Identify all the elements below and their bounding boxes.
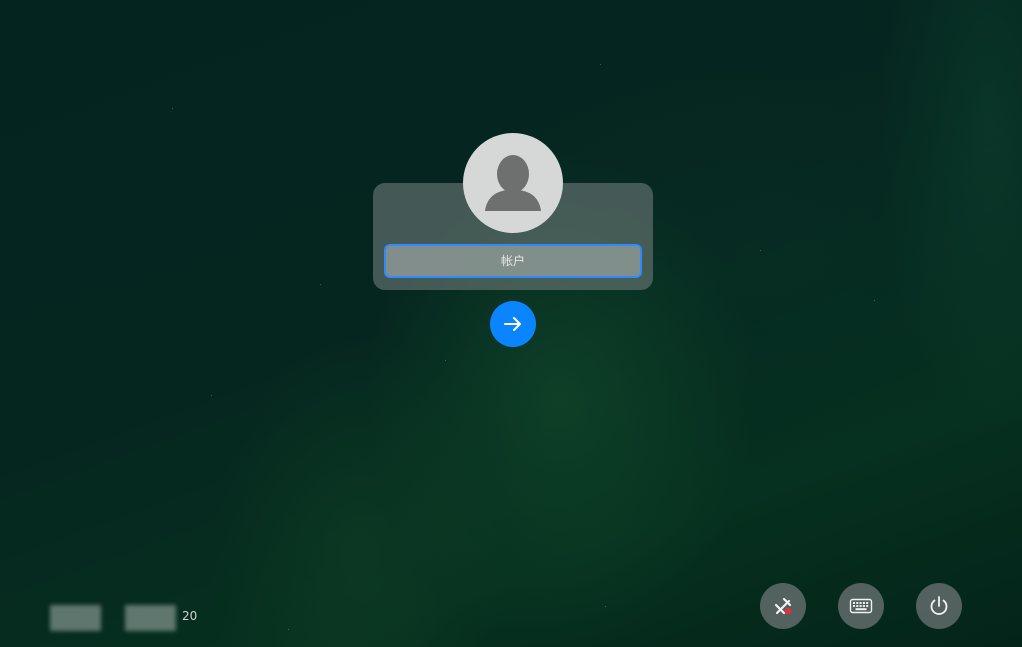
clock-time-blurred [50,605,101,631]
power-button[interactable] [916,583,962,629]
background-star [874,300,875,301]
user-avatar[interactable] [463,133,563,233]
background-star [288,629,289,630]
network-disconnected-icon [774,597,792,615]
keyboard-button[interactable] [838,583,884,629]
user-silhouette-icon [485,155,541,211]
background-star [320,284,321,285]
background-star [600,64,601,65]
clock-suffix: 20 [182,609,198,623]
login-submit-button[interactable] [490,301,536,347]
background-star [605,606,606,607]
arrow-right-icon [504,317,521,331]
account-input[interactable] [384,244,642,278]
network-button[interactable] [760,583,806,629]
power-icon [930,596,948,615]
background-star [445,360,446,361]
clock-date-blurred [125,605,176,631]
background-star [172,108,173,109]
background-star [760,250,761,251]
keyboard-icon [849,598,873,614]
background-star [211,395,212,396]
